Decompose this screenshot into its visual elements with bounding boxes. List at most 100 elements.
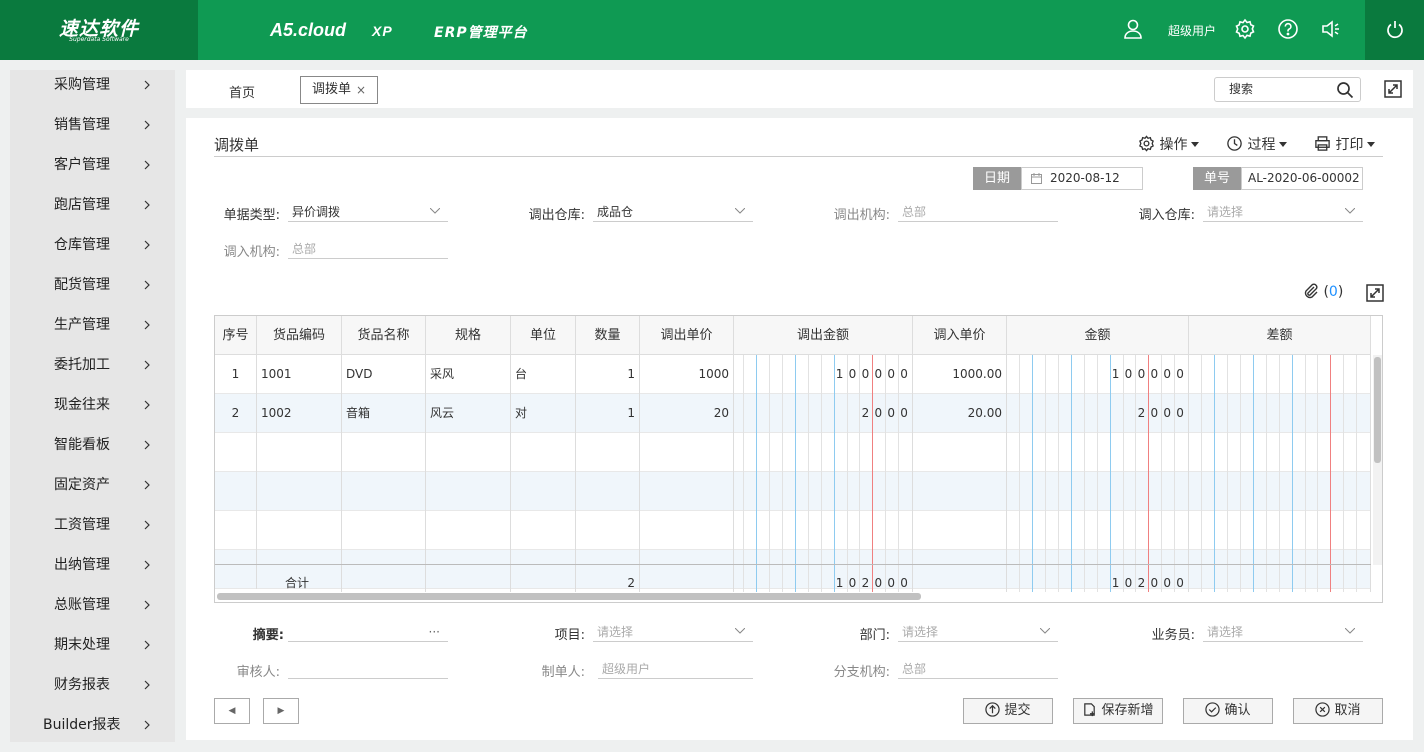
table-cell[interactable] [640, 472, 734, 511]
money-cell[interactable]: 100000100000 [734, 355, 913, 394]
attachment-link[interactable]: (0) [1303, 283, 1343, 300]
column-header[interactable]: 差额 [1189, 316, 1371, 355]
prev-record-button[interactable]: ◀ [214, 698, 250, 724]
table-cell[interactable] [913, 472, 1007, 511]
sidebar-item[interactable]: 财务报表 [10, 670, 175, 710]
scroll-thumb[interactable] [1374, 357, 1381, 463]
sidebar-item[interactable]: Builder报表 [10, 710, 175, 750]
table-cell[interactable]: 1000 [640, 355, 734, 394]
table-cell[interactable] [576, 472, 640, 511]
column-header[interactable]: 货品名称 [342, 316, 426, 355]
money-cell[interactable] [734, 433, 913, 472]
sidebar-item[interactable]: 生产管理 [10, 310, 175, 350]
table-cell[interactable]: 1002 [257, 394, 342, 433]
sidebar-item[interactable]: 客户管理 [10, 150, 175, 190]
money-cell[interactable] [1189, 394, 1371, 433]
table-cell[interactable]: 1001 [257, 355, 342, 394]
table-cell[interactable] [342, 511, 426, 550]
money-cell[interactable] [1007, 472, 1189, 511]
table-cell[interactable] [342, 472, 426, 511]
table-cell[interactable]: 2 [215, 394, 257, 433]
table-cell[interactable] [257, 511, 342, 550]
table-cell[interactable]: 采风 [426, 355, 511, 394]
table-cell[interactable]: 台 [511, 355, 576, 394]
fullscreen-icon[interactable] [1384, 80, 1402, 98]
table-cell[interactable] [215, 433, 257, 472]
table-cell[interactable] [576, 433, 640, 472]
column-header[interactable]: 调入单价 [913, 316, 1007, 355]
column-header[interactable]: 调出金额 [734, 316, 913, 355]
sidebar-item[interactable]: 配货管理 [10, 270, 175, 310]
table-cell[interactable] [215, 511, 257, 550]
sidebar-item[interactable]: 固定资产 [10, 470, 175, 510]
table-cell[interactable] [426, 433, 511, 472]
horizontal-scrollbar[interactable] [217, 593, 921, 600]
save-new-button[interactable]: 保存新增 [1073, 698, 1163, 724]
column-header[interactable]: 序号 [215, 316, 257, 355]
table-row[interactable]: 11001DVD采风台110001000001000001000.0010000… [215, 355, 1371, 394]
money-cell[interactable] [1189, 511, 1371, 550]
money-cell[interactable] [1007, 511, 1189, 550]
table-cell[interactable]: 20.00 [913, 394, 1007, 433]
user-name[interactable]: 超级用户 [1168, 22, 1216, 39]
number-input[interactable]: AL-2020-06-00002 [1241, 167, 1363, 190]
column-header[interactable]: 货品编码 [257, 316, 342, 355]
submit-button[interactable]: 提交 [963, 698, 1053, 724]
logout-button[interactable] [1365, 0, 1424, 60]
table-cell[interactable]: DVD [342, 355, 426, 394]
table-cell[interactable] [913, 433, 1007, 472]
in-warehouse-select[interactable]: 请选择 [1203, 202, 1363, 222]
tab-transfer-order[interactable]: 调拨单 × [300, 76, 378, 104]
money-cell[interactable] [734, 472, 913, 511]
column-header[interactable]: 调出单价 [640, 316, 734, 355]
sidebar-item[interactable]: 工资管理 [10, 510, 175, 550]
date-input[interactable]: 2020-08-12 [1021, 167, 1143, 190]
table-cell[interactable] [913, 511, 1007, 550]
process-menu[interactable]: 过程 [1226, 134, 1288, 154]
table-cell[interactable]: 1000.00 [913, 355, 1007, 394]
dept-select[interactable]: 请选择 [898, 622, 1058, 642]
sidebar-item[interactable]: 现金往来 [10, 390, 175, 430]
table-cell[interactable]: 对 [511, 394, 576, 433]
money-cell[interactable] [1189, 433, 1371, 472]
vertical-scrollbar[interactable] [1373, 355, 1382, 565]
table-cell[interactable] [215, 472, 257, 511]
table-row[interactable]: 21002音箱风云对1202000200020.0020002000 [215, 394, 1371, 433]
table-cell[interactable] [576, 511, 640, 550]
notification-speaker-icon[interactable] [1320, 18, 1342, 40]
search-icon[interactable] [1336, 81, 1354, 99]
sidebar-item[interactable]: 跑店管理 [10, 190, 175, 230]
doc-type-select[interactable]: 异价调拨 [288, 202, 448, 222]
money-cell[interactable] [1189, 355, 1371, 394]
money-cell[interactable]: 102000102000 [1007, 565, 1189, 592]
table-cell[interactable]: 20 [640, 394, 734, 433]
table-cell[interactable] [426, 511, 511, 550]
table-cell[interactable]: 1 [215, 355, 257, 394]
table-cell[interactable]: 音箱 [342, 394, 426, 433]
table-cell[interactable] [640, 433, 734, 472]
tab-home[interactable]: 首页 [229, 82, 255, 101]
table-cell[interactable] [426, 472, 511, 511]
sidebar-item[interactable]: 智能看板 [10, 430, 175, 470]
sidebar-item[interactable]: 委托加工 [10, 350, 175, 390]
summary-input[interactable]: ··· [288, 622, 448, 642]
help-icon[interactable] [1277, 18, 1299, 40]
table-row[interactable] [215, 472, 1371, 511]
table-cell[interactable] [342, 433, 426, 472]
table-cell[interactable] [257, 433, 342, 472]
search-input[interactable] [1229, 78, 1339, 100]
sidebar-item[interactable]: 总账管理 [10, 590, 175, 630]
money-cell[interactable] [1189, 565, 1371, 592]
grid-fullscreen-icon[interactable] [1366, 284, 1384, 302]
column-header[interactable]: 金额 [1007, 316, 1189, 355]
user-icon[interactable] [1122, 18, 1144, 40]
table-cell[interactable]: 1 [576, 394, 640, 433]
money-cell[interactable] [1007, 433, 1189, 472]
settings-icon[interactable] [1234, 18, 1256, 40]
operate-menu[interactable]: 操作 [1138, 134, 1200, 154]
next-record-button[interactable]: ▶ [263, 698, 299, 724]
table-cell[interactable] [257, 472, 342, 511]
sidebar-item[interactable]: 采购管理 [10, 70, 175, 110]
table-row[interactable] [215, 511, 1371, 550]
money-cell[interactable] [1189, 472, 1371, 511]
